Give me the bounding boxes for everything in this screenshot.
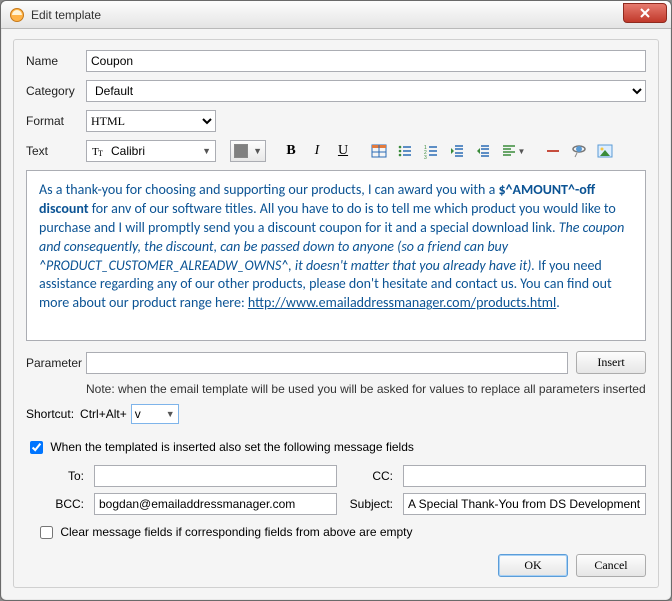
app-icon <box>9 7 25 23</box>
insert-table-button[interactable] <box>368 140 390 162</box>
indent-icon <box>475 143 491 159</box>
also-set-checkbox[interactable] <box>30 441 43 454</box>
numbered-list-icon: 123 <box>423 143 439 159</box>
numbered-list-button[interactable]: 123 <box>420 140 442 162</box>
bold-button[interactable]: B <box>280 140 302 162</box>
product-link[interactable]: http://www.emailaddressmanager.com/produ… <box>248 294 556 311</box>
parameter-input[interactable] <box>86 352 568 374</box>
underline-icon: U <box>338 143 348 159</box>
insert-hr-button[interactable] <box>542 140 564 162</box>
outdent-icon <box>449 143 465 159</box>
align-button[interactable]: ▼ <box>498 140 528 162</box>
shortcut-label: Shortcut: <box>26 407 74 421</box>
clear-fields-checkbox-label[interactable]: Clear message fields if corresponding fi… <box>36 525 413 539</box>
shortcut-modifier-label: Ctrl+Alt+ <box>80 407 127 421</box>
align-icon <box>501 143 517 159</box>
link-icon <box>571 143 587 159</box>
svg-text:3: 3 <box>424 155 427 159</box>
image-icon <box>597 143 613 159</box>
underline-button[interactable]: U <box>332 140 354 162</box>
indent-button[interactable] <box>472 140 494 162</box>
cancel-button[interactable]: Cancel <box>576 554 646 577</box>
title-bar[interactable]: Edit template <box>1 1 671 29</box>
font-icon: TT <box>91 143 107 159</box>
chevron-down-icon: ▼ <box>166 409 175 419</box>
insert-link-button[interactable] <box>568 140 590 162</box>
font-color-picker[interactable]: ▼ <box>230 140 266 162</box>
name-label: Name <box>26 54 86 68</box>
subject-label: Subject: <box>345 497 395 511</box>
window-title: Edit template <box>31 8 101 22</box>
text-label: Text <box>26 144 86 158</box>
to-label: To: <box>36 469 86 483</box>
close-button[interactable] <box>623 3 667 23</box>
bullet-list-button[interactable] <box>394 140 416 162</box>
name-input[interactable] <box>86 50 646 72</box>
italic-icon: I <box>315 143 320 159</box>
dialog-window: Edit template Name Category Default Form… <box>0 0 672 601</box>
subject-input[interactable] <box>403 493 646 515</box>
bcc-input[interactable] <box>94 493 337 515</box>
table-icon <box>371 143 387 159</box>
outdent-button[interactable] <box>446 140 468 162</box>
hr-icon <box>545 143 561 159</box>
format-select[interactable]: HTML <box>86 110 216 132</box>
also-set-checkbox-label[interactable]: When the templated is inserted also set … <box>26 440 414 454</box>
bcc-label: BCC: <box>36 497 86 511</box>
ok-button[interactable]: OK <box>498 554 568 577</box>
bullet-list-icon <box>397 143 413 159</box>
main-panel: Name Category Default Format HTML Text <box>13 39 659 588</box>
shortcut-key-select[interactable]: v ▼ <box>131 404 179 424</box>
insert-button[interactable]: Insert <box>576 351 646 374</box>
close-icon <box>640 8 650 18</box>
category-select[interactable]: Default <box>86 80 646 102</box>
category-label: Category <box>26 84 86 98</box>
cc-input[interactable] <box>403 465 646 487</box>
cc-label: CC: <box>345 469 395 483</box>
insert-image-button[interactable] <box>594 140 616 162</box>
parameter-label: Parameter <box>26 356 86 370</box>
format-label: Format <box>26 114 86 128</box>
svg-text:T: T <box>98 149 103 158</box>
dialog-body: Name Category Default Format HTML Text <box>1 29 671 600</box>
font-picker[interactable]: TT Calibri ▼ <box>86 140 216 162</box>
parameter-note: Note: when the email template will be us… <box>86 382 646 396</box>
color-swatch-icon <box>234 144 248 158</box>
editor-textarea[interactable]: As a thank-you for choosing and supporti… <box>26 170 646 341</box>
bold-icon: B <box>286 143 295 159</box>
to-input[interactable] <box>94 465 337 487</box>
italic-button[interactable]: I <box>306 140 328 162</box>
clear-fields-checkbox[interactable] <box>40 526 53 539</box>
